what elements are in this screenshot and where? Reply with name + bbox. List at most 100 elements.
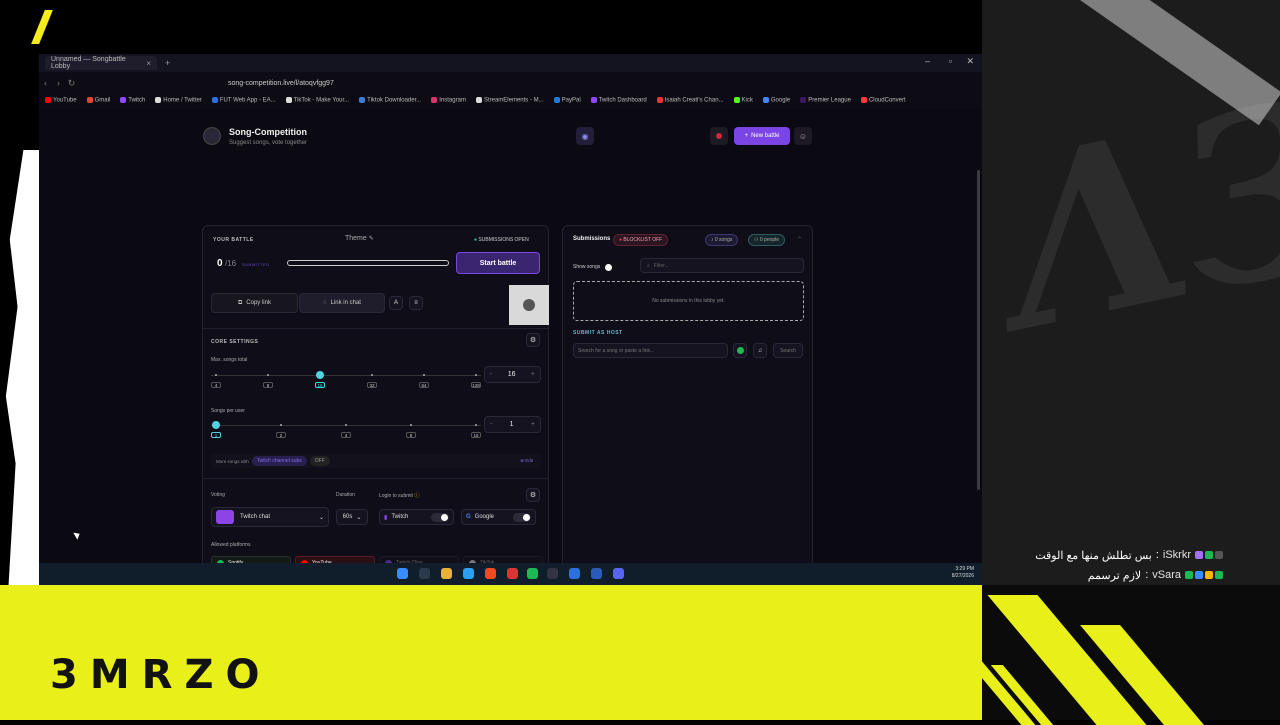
file-explorer-icon[interactable] [441,568,452,579]
bookmark[interactable]: PayPal [553,97,581,104]
voting-select[interactable]: Twitch chat ⌄ [211,507,329,527]
songs-per-user-slider[interactable]: 1 2 4 8 16 [211,421,481,442]
show-songs-toggle[interactable]: Show songs [573,260,631,274]
app-icon[interactable] [569,568,580,579]
platform-spotify[interactable]: Spotify [211,556,291,563]
slider-thumb[interactable] [316,371,324,379]
browser-tab[interactable]: Unnamed — Songbattle Lobby × [45,56,157,70]
bookmark[interactable]: Twitch Dashboard [590,97,647,104]
bookmark[interactable]: TikTok - Make Your... [285,97,349,104]
app-icon[interactable] [507,568,518,579]
twitch-icon: ▮ [384,514,388,521]
bookmark[interactable]: Twitch [120,97,145,104]
bookmark[interactable]: FUT Web App - EA... [211,97,276,104]
songs-per-user-label: Songs per user [211,408,245,414]
platform-youtube[interactable]: YouTube [295,556,375,563]
minus-icon[interactable]: - [490,421,492,428]
platform-twitch-clips[interactable]: Twitch Clips [379,556,459,563]
slider-thumb[interactable] [212,421,220,429]
reload-icon[interactable]: ↻ [65,78,78,89]
maximize-icon[interactable]: ▫ [949,56,952,66]
theme-button[interactable]: Theme ✎ [345,235,374,242]
slider-stop[interactable] [267,374,269,376]
toggle-switch[interactable] [513,512,531,522]
url-field[interactable]: song-competition.live/l/atoqvfgg97 [228,80,334,87]
slider-stop[interactable] [280,424,282,426]
overlay-corner-panel [962,585,1280,725]
user-button[interactable]: ☺ [794,127,812,145]
record-button[interactable] [710,127,728,145]
back-icon[interactable]: ‹ [39,78,52,88]
plus-icon[interactable]: + [531,421,535,428]
copy-link-button[interactable]: ⧉ Copy link [211,293,298,313]
bookmark[interactable]: YouTube [45,97,77,104]
forward-icon[interactable]: › [52,78,65,88]
chat-badges [1195,551,1223,559]
obs-icon[interactable] [547,568,558,579]
eye-icon [523,299,535,311]
link-in-chat-button[interactable]: ◌ Link in chat [299,293,385,313]
discord-icon[interactable] [613,568,624,579]
bookmark[interactable]: Home / Twitter [155,97,202,104]
app-logo-icon [203,127,221,145]
page-scrollbar[interactable] [977,170,980,490]
minimize-icon[interactable]: – [925,56,930,66]
new-battle-button[interactable]: + New battle [734,127,790,145]
search-button[interactable]: Search [773,343,803,358]
slider-stop[interactable] [371,374,373,376]
slider-stop[interactable] [475,424,477,426]
duration-label: Duration [336,492,355,498]
close-tab-icon[interactable]: × [146,59,151,68]
slider-stop[interactable] [475,374,477,376]
max-songs-slider[interactable]: 4 8 16 32 64 128 [211,371,481,392]
spotify-source-button[interactable] [733,343,747,358]
song-search-input[interactable]: Search for a song or paste a link... [573,343,728,358]
bookmark[interactable]: Kick [733,97,753,104]
bookmark[interactable]: Tiktok Downloader... [359,97,421,104]
mail-icon[interactable] [463,568,474,579]
bookmark[interactable]: Google [762,97,790,104]
voting-settings-button[interactable]: ⚙ [526,488,540,502]
bookmark[interactable]: Instagram [431,97,466,104]
app-icon[interactable] [591,568,602,579]
bookmark[interactable]: CloudConvert [860,97,906,104]
bookmark[interactable]: StreamElements - M... [475,97,544,104]
brave-icon[interactable] [485,568,496,579]
text-style-button[interactable]: A [389,296,403,310]
minus-icon[interactable]: - [490,371,492,378]
divider [203,478,548,479]
app-subtitle: Suggest songs, vote together [229,140,308,146]
login-label: Login to submit ⓘ [379,493,420,499]
start-icon[interactable] [397,568,408,579]
songs-per-user-stepper[interactable]: -1 + [484,416,541,433]
slider-stop[interactable] [345,424,347,426]
more-songs-row: More songs with Twitch channel subs OFF … [211,454,541,468]
toggle-switch[interactable] [431,512,449,522]
filter-input[interactable]: ⌕ Filter... [640,258,804,273]
edit-link[interactable]: ⊕ Edit [520,458,533,464]
twitch-login-toggle[interactable]: ▮ Twitch [379,509,454,525]
slider-stop[interactable] [410,424,412,426]
close-window-icon[interactable]: ✕ [966,56,974,67]
slider-stop[interactable] [423,374,425,376]
settings-button[interactable]: ⚙ [526,333,540,347]
preview-toggle[interactable] [509,285,549,325]
search-icon[interactable] [419,568,430,579]
max-songs-stepper[interactable]: -16 + [484,366,541,383]
google-login-toggle[interactable]: G Google [461,509,536,525]
duration-select[interactable]: 60s ⌄ [336,509,368,525]
platform-tiktok[interactable]: TikTok [463,556,543,563]
new-tab-icon[interactable]: + [165,58,170,68]
bookmark[interactable]: Premier League [800,97,851,104]
align-button[interactable]: ≡ [409,296,423,310]
start-battle-button[interactable]: Start battle [456,252,540,274]
slider-stop[interactable] [215,374,217,376]
spotify-icon[interactable] [527,568,538,579]
bookmark[interactable]: Isaiah Creati's Chan... [656,97,724,104]
bookmark[interactable]: Gmail [86,97,110,104]
discord-button[interactable]: ◉ [576,127,594,145]
chevron-up-icon[interactable]: ⌃ [797,236,802,243]
music-source-button[interactable]: ♫ [753,343,767,358]
toggle-switch[interactable] [604,263,617,271]
plus-icon[interactable]: + [531,371,535,378]
